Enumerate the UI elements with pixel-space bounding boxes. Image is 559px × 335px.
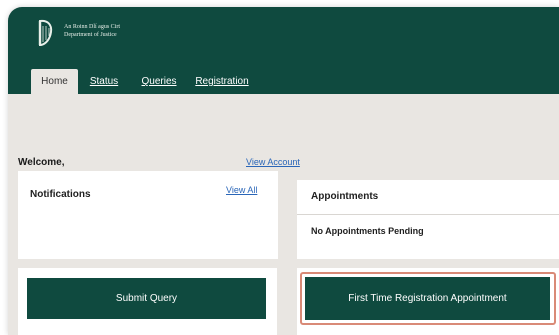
view-account-link[interactable]: View Account (246, 157, 300, 167)
tab-status[interactable]: Status (78, 69, 130, 94)
registration-panel: First Time Registration Appointment (297, 268, 559, 335)
app-window: An Roinn Dlí agus Cirt Department of Jus… (8, 7, 559, 335)
first-time-registration-button[interactable]: First Time Registration Appointment (305, 277, 550, 320)
tab-queries[interactable]: Queries (130, 69, 188, 94)
notifications-panel: Notifications View All (18, 171, 278, 259)
main-tabs: Home Status Queries Registration (31, 69, 256, 94)
department-name: An Roinn Dlí agus Cirt Department of Jus… (64, 23, 120, 39)
tab-home[interactable]: Home (31, 69, 78, 94)
tab-registration[interactable]: Registration (188, 69, 256, 94)
appointments-title: Appointments (311, 191, 379, 202)
notifications-title: Notifications (30, 189, 91, 200)
appointments-status: No Appointments Pending (311, 226, 424, 236)
appointments-panel: Appointments No Appointments Pending (297, 180, 559, 259)
org-name-english: Department of Justice (64, 32, 117, 38)
view-all-link[interactable]: View All (226, 185, 257, 195)
appointments-divider (297, 214, 559, 215)
submit-query-button[interactable]: Submit Query (27, 278, 266, 319)
site-header: An Roinn Dlí agus Cirt Department of Jus… (8, 7, 559, 94)
submit-query-panel: Submit Query (18, 268, 277, 335)
harp-icon (38, 19, 53, 46)
org-name-irish: An Roinn Dlí agus Cirt (64, 24, 121, 30)
welcome-text: Welcome, (18, 157, 65, 168)
